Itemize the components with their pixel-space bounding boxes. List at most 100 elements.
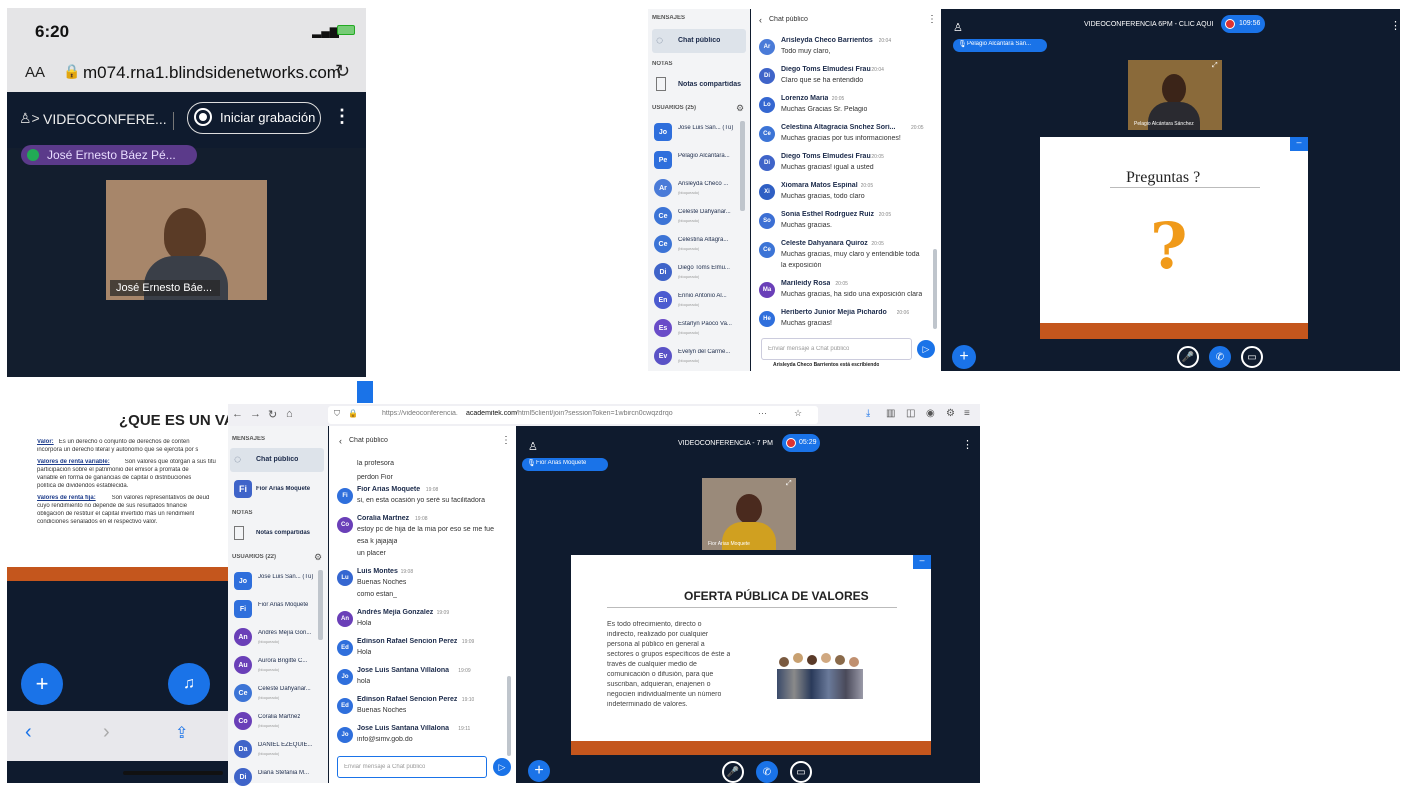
user-list-item[interactable]: Fi Fior Arias Moquete <box>232 598 324 626</box>
bl-minimize-button[interactable] <box>357 381 373 403</box>
br-mic-icon: 🎙 <box>527 460 536 467</box>
user-avatar: An <box>234 628 252 646</box>
message-text: estoy pc de hija de la mia por eso se me… <box>357 526 494 533</box>
bl-back-icon[interactable]: ‹ <box>25 721 32 744</box>
message-time: 20:05 <box>871 154 884 160</box>
browser-menu-icon[interactable]: ≡ <box>964 408 970 419</box>
phone-url[interactable]: m074.rna1.blindsidenetworks.com <box>83 63 341 83</box>
user-list-item[interactable]: Au Aurora Brigitte C... (bloqueado) <box>232 654 324 682</box>
user-list-item[interactable]: Di Diana Stefania M... <box>232 766 324 794</box>
br-chat-panel: ‹ Chat público ⋮ la profesora perdon Fio… <box>329 426 516 783</box>
tr-fullscreen-icon[interactable]: ⤢ <box>1212 62 1218 70</box>
br-reload-icon[interactable]: ↻ <box>268 408 277 421</box>
bl-headset-button[interactable]: ♫ <box>168 663 210 705</box>
tr-options-icon[interactable]: ⋮ <box>1390 19 1401 32</box>
extension-icon[interactable]: ◉ <box>926 408 935 419</box>
phone-camera-tile[interactable]: José Ernesto Báe... <box>106 180 267 300</box>
puzzle-icon[interactable]: ⚙ <box>946 408 955 419</box>
user-list-item[interactable]: Ar Arisleyda Checo ... (bloqueado) <box>652 177 744 205</box>
br-home-icon[interactable]: ⌂ <box>286 408 293 420</box>
bookmark-star-icon[interactable]: ☆ <box>794 408 802 419</box>
back-icon[interactable]: ‹ <box>759 15 762 25</box>
user-list-item[interactable]: Pe Pelagio Alcántara... <box>652 149 744 177</box>
message-time: 19:09 <box>436 610 450 616</box>
br-slide-minimize[interactable]: – <box>913 555 931 569</box>
reload-icon[interactable]: ↻ <box>335 61 350 82</box>
download-icon[interactable]: ⤓ <box>866 408 870 419</box>
bl-add-button[interactable]: + <box>21 663 63 705</box>
br-private-chat-item[interactable]: Fi Fior Arias Moquete <box>230 478 324 502</box>
tr-public-chat-item[interactable]: ◌ Chat público <box>652 29 746 53</box>
br-options-icon[interactable]: ⋮ <box>962 438 973 451</box>
br-camera-tile[interactable]: Fior Arias Moquete ⤢ <box>702 478 796 550</box>
bl-forward-icon[interactable]: › <box>103 721 110 744</box>
user-list-item[interactable]: Ev Evelyn del Carme... (bloqueado) <box>652 345 744 373</box>
br-phone-button[interactable]: ✆ <box>756 761 778 783</box>
br-chat-back-icon[interactable]: ‹ <box>339 436 342 446</box>
br-fullscreen-icon[interactable]: ⤢ <box>786 480 792 488</box>
user-list-item[interactable]: Jo Jose Luis San... (Tú) <box>652 121 744 149</box>
br-add-button[interactable]: + <box>528 760 550 782</box>
phone-url-bar[interactable]: AA 🔒 m074.rna1.blindsidenetworks.com ↻ <box>7 54 366 92</box>
user-icon[interactable]: ♙> <box>19 110 40 127</box>
br-settings-icon[interactable]: ⚙ <box>314 552 322 563</box>
user-avatar: Co <box>234 712 252 730</box>
tr-chat-input[interactable]: Enviar mensaje a Chat público <box>761 338 912 360</box>
sidebar-icon[interactable]: ◫ <box>906 408 915 419</box>
tr-user-icon[interactable]: ♙ <box>953 21 963 34</box>
tr-add-button[interactable]: + <box>952 345 976 369</box>
br-main-title[interactable]: VIDEOCONFERENCIA - 7 PM <box>678 440 773 447</box>
br-back-icon[interactable]: ← <box>232 408 243 420</box>
tr-chat-scrollbar[interactable] <box>933 249 937 329</box>
br-chat-scrollbar[interactable] <box>507 676 511 756</box>
br-chat-input[interactable]: Enviar mensaje a Chat público <box>337 756 487 778</box>
br-page-actions[interactable]: ··· <box>758 408 767 418</box>
tr-phone-button[interactable]: ✆ <box>1209 346 1231 368</box>
text-size-button[interactable]: AA <box>25 64 45 81</box>
br-audio-button[interactable]: 🎤 <box>722 761 744 783</box>
record-button[interactable]: Iniciar grabación <box>187 102 321 134</box>
br-video-button[interactable]: ▭ <box>790 761 812 783</box>
user-list-item[interactable]: En Ennio Antonio Al... (bloqueado) <box>652 289 744 317</box>
user-list-item[interactable]: Co Coralia Martnez (bloqueado) <box>232 710 324 738</box>
tr-timer: 109:56 <box>1239 20 1261 27</box>
tr-shared-notes-item[interactable]: Notas compartidas <box>652 73 746 97</box>
br-chat-menu-icon[interactable]: ⋮ <box>501 435 511 446</box>
br-url-bar[interactable]: ⛉ 🔒 https://videoconferencia. academitek… <box>328 406 818 424</box>
br-user-scrollbar[interactable] <box>318 570 323 640</box>
br-url-prefix: https://videoconferencia. <box>382 410 458 417</box>
tr-main-title[interactable]: VIDEOCONFERENCIA 6PM - CLIC AQUI <box>1084 21 1214 28</box>
br-timer-button[interactable]: 05:29 <box>782 434 820 452</box>
br-shared-notes-item[interactable]: Notas compartidas <box>230 522 324 546</box>
user-avatar: Jo <box>234 572 252 590</box>
br-user-icon[interactable]: ♙ <box>528 440 538 453</box>
user-list-item[interactable]: An Andrés Mejía Gon... (bloqueado) <box>232 626 324 654</box>
tr-send-button[interactable]: ▷ <box>917 340 935 358</box>
bullet-text: política de dividendos establecida. <box>37 483 129 489</box>
user-list-item[interactable]: Da DANIEL EZEQUIE... (bloqueado) <box>232 738 324 766</box>
user-list-item[interactable]: Ce Celeste Dahyanar... (bloqueado) <box>232 682 324 710</box>
user-list-item[interactable]: Di Diego Toms Elmu... (bloqueado) <box>652 261 744 289</box>
bl-dark-area: + ♫ ‹ › ⇪ <box>7 581 229 783</box>
tr-audio-button[interactable]: 🎤 <box>1177 346 1199 368</box>
br-public-chat-item[interactable]: ◌ Chat público <box>230 448 324 472</box>
br-send-button[interactable]: ▷ <box>493 758 511 776</box>
user-list-item[interactable]: Jo Jose Luis San... (Tú) <box>232 570 324 598</box>
settings-icon[interactable]: ⚙ <box>736 103 744 114</box>
tr-user-scrollbar[interactable] <box>740 121 745 211</box>
chat-menu-icon[interactable]: ⋮ <box>927 14 937 25</box>
bl-share-icon[interactable]: ⇪ <box>175 723 188 743</box>
library-icon[interactable]: ▥ <box>886 408 895 419</box>
user-list-item[interactable]: Ce Celestina Altagra... (bloqueado) <box>652 233 744 261</box>
phone-conference-title[interactable]: VIDEOCONFERE... <box>43 111 167 127</box>
message-avatar: Ed <box>337 698 353 714</box>
br-forward-icon[interactable]: → <box>250 408 261 420</box>
more-options-icon[interactable]: ⋮ <box>333 106 351 127</box>
tr-timer-button[interactable]: 109:56 <box>1221 15 1265 33</box>
phone-toolbar: ♙> VIDEOCONFERE... Iniciar grabación ⋮ <box>7 92 366 148</box>
tr-video-button[interactable]: ▭ <box>1241 346 1263 368</box>
user-list-item[interactable]: Es Estarlyn Paoco Va... (bloqueado) <box>652 317 744 345</box>
tr-camera-tile[interactable]: Pelagio Alcántara Sánchez ⤢ <box>1128 60 1222 130</box>
user-list-item[interactable]: Ce Celeste Dahyanar... (bloqueado) <box>652 205 744 233</box>
tr-slide-minimize[interactable]: – <box>1290 137 1308 151</box>
